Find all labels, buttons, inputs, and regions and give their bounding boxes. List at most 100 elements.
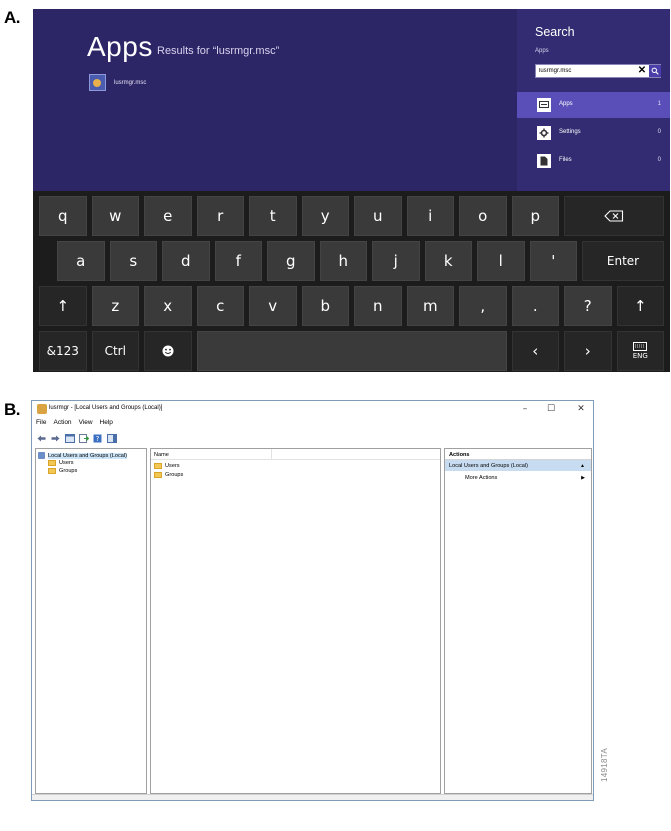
- close-icon[interactable]: ✕: [636, 65, 648, 77]
- show-hide-tree-icon[interactable]: [64, 433, 75, 444]
- key-k[interactable]: k: [424, 241, 472, 281]
- key-l[interactable]: l: [477, 241, 525, 281]
- search-result-lusrmgr[interactable]: lusrmgr.msc: [89, 74, 146, 91]
- emoji-icon: [162, 345, 174, 357]
- results-list: Name Users Groups: [150, 448, 441, 794]
- panel-label-a: A.: [4, 8, 21, 27]
- show-hide-action-pane-icon[interactable]: [106, 433, 117, 444]
- ctrl-key[interactable]: Ctrl: [91, 331, 139, 371]
- column-header-row: Name: [151, 449, 440, 460]
- key-z[interactable]: z: [91, 286, 139, 326]
- title-bar[interactable]: lusrmgr - [Local Users and Groups (Local…: [32, 401, 593, 419]
- search-box: ✕: [535, 64, 661, 78]
- key-apostrophe[interactable]: ': [529, 241, 577, 281]
- touch-keyboard: q w e r t y u i o p a s d f g h j k l ' …: [33, 191, 670, 372]
- more-actions-label: More Actions: [465, 475, 498, 481]
- key-e[interactable]: e: [144, 196, 192, 236]
- enter-key[interactable]: Enter: [582, 241, 664, 281]
- left-arrow-key[interactable]: ‹: [511, 331, 559, 371]
- search-icon[interactable]: [649, 65, 661, 77]
- tree-node-label: Local Users and Groups (Local): [48, 452, 127, 459]
- key-h[interactable]: h: [319, 241, 367, 281]
- mmc-app-icon: [37, 404, 47, 414]
- keyboard-layout-key[interactable]: ENG: [616, 331, 664, 371]
- key-c[interactable]: c: [196, 286, 244, 326]
- keyboard-row-1: q w e r t y u i o p: [39, 196, 664, 236]
- folder-icon: [154, 463, 162, 469]
- key-v[interactable]: v: [249, 286, 297, 326]
- search-input[interactable]: [536, 65, 632, 77]
- actions-section-label: Local Users and Groups (Local): [449, 463, 528, 469]
- key-f[interactable]: f: [214, 241, 262, 281]
- charm-category-count: 1: [657, 101, 661, 107]
- forward-arrow-icon[interactable]: [50, 433, 61, 444]
- charm-category-apps[interactable]: Apps 1: [517, 92, 670, 118]
- key-t[interactable]: t: [249, 196, 297, 236]
- key-b[interactable]: b: [301, 286, 349, 326]
- search-charm: Search Apps ✕ Apps 1 Settings 0: [517, 9, 670, 191]
- tree-node-users[interactable]: Users: [48, 460, 74, 466]
- list-item[interactable]: Users: [154, 463, 180, 469]
- menu-action[interactable]: Action: [53, 419, 71, 430]
- key-d[interactable]: d: [162, 241, 210, 281]
- export-list-icon[interactable]: [78, 433, 89, 444]
- minimize-button[interactable]: –: [517, 402, 533, 416]
- search-scope[interactable]: Apps: [535, 48, 549, 54]
- shift-icon: ↑: [633, 297, 647, 315]
- list-item-label: Users: [165, 463, 180, 469]
- key-x[interactable]: x: [144, 286, 192, 326]
- tree-node-groups[interactable]: Groups: [48, 468, 77, 474]
- key-n[interactable]: n: [354, 286, 402, 326]
- key-q[interactable]: q: [39, 196, 87, 236]
- right-arrow-key[interactable]: ›: [564, 331, 612, 371]
- help-icon[interactable]: ?: [92, 433, 103, 444]
- figure-code: 14918TA: [600, 748, 609, 782]
- maximize-button[interactable]: ☐: [543, 402, 559, 416]
- key-u[interactable]: u: [354, 196, 402, 236]
- folder-icon: [154, 472, 162, 478]
- key-o[interactable]: o: [459, 196, 507, 236]
- key-y[interactable]: y: [301, 196, 349, 236]
- backspace-key[interactable]: [564, 196, 664, 236]
- key-r[interactable]: r: [196, 196, 244, 236]
- column-separator[interactable]: [271, 449, 272, 460]
- key-j[interactable]: j: [372, 241, 420, 281]
- key-comma[interactable]: ,: [459, 286, 507, 326]
- menu-help[interactable]: Help: [100, 419, 113, 430]
- list-item[interactable]: Groups: [154, 472, 183, 478]
- key-period[interactable]: .: [511, 286, 559, 326]
- emoji-key[interactable]: [144, 331, 192, 371]
- charm-category-label: Settings: [559, 129, 581, 135]
- key-g[interactable]: g: [267, 241, 315, 281]
- key-p[interactable]: p: [511, 196, 559, 236]
- panel-label-b: B.: [4, 400, 21, 419]
- start-screen-panel: Apps Results for “lusrmgr.msc” lusrmgr.m…: [33, 9, 670, 372]
- shift-icon: ↑: [56, 297, 70, 315]
- key-question[interactable]: ?: [564, 286, 612, 326]
- space-key[interactable]: [196, 331, 507, 371]
- shift-right-key[interactable]: ↑: [616, 286, 664, 326]
- key-a[interactable]: a: [57, 241, 105, 281]
- charm-category-label: Files: [559, 157, 572, 163]
- key-w[interactable]: w: [91, 196, 139, 236]
- shift-left-key[interactable]: ↑: [39, 286, 87, 326]
- close-button[interactable]: ✕: [573, 402, 589, 416]
- menu-file[interactable]: File: [36, 419, 46, 430]
- column-header-name[interactable]: Name: [154, 452, 169, 458]
- more-actions-item[interactable]: More Actions ▶: [445, 473, 591, 483]
- charm-category-settings[interactable]: Settings 0: [517, 120, 670, 146]
- menu-view[interactable]: View: [79, 419, 93, 430]
- mmc-window: lusrmgr - [Local Users and Groups (Local…: [31, 400, 594, 801]
- backspace-icon: [604, 210, 624, 222]
- tree-node-root[interactable]: Local Users and Groups (Local): [38, 452, 127, 459]
- actions-section-header[interactable]: Local Users and Groups (Local) ▲: [445, 460, 591, 471]
- key-i[interactable]: i: [406, 196, 454, 236]
- back-arrow-icon[interactable]: [36, 433, 47, 444]
- window-title: lusrmgr - [Local Users and Groups (Local…: [49, 405, 163, 411]
- keyboard-icon: [633, 342, 648, 351]
- charm-category-files[interactable]: Files 0: [517, 148, 670, 174]
- symbols-key[interactable]: &123: [39, 331, 87, 371]
- collapse-up-icon[interactable]: ▲: [580, 463, 585, 469]
- key-s[interactable]: s: [109, 241, 157, 281]
- key-m[interactable]: m: [406, 286, 454, 326]
